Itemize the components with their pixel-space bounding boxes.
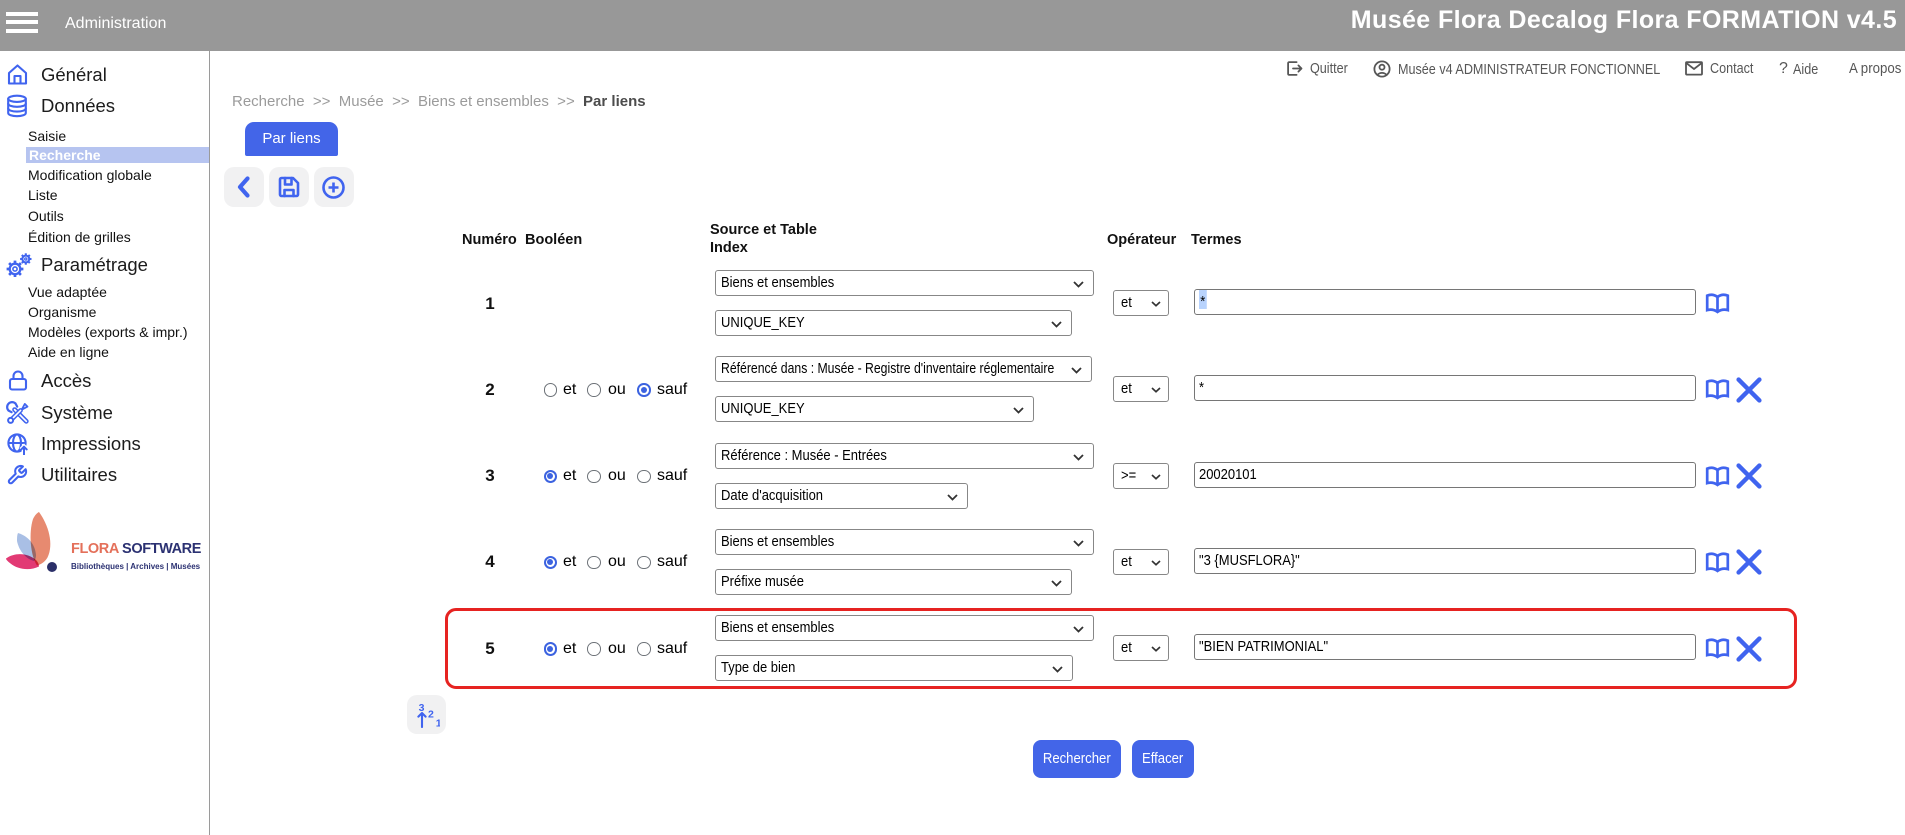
svg-text:1: 1 (436, 718, 440, 729)
svg-text:2: 2 (428, 709, 434, 721)
